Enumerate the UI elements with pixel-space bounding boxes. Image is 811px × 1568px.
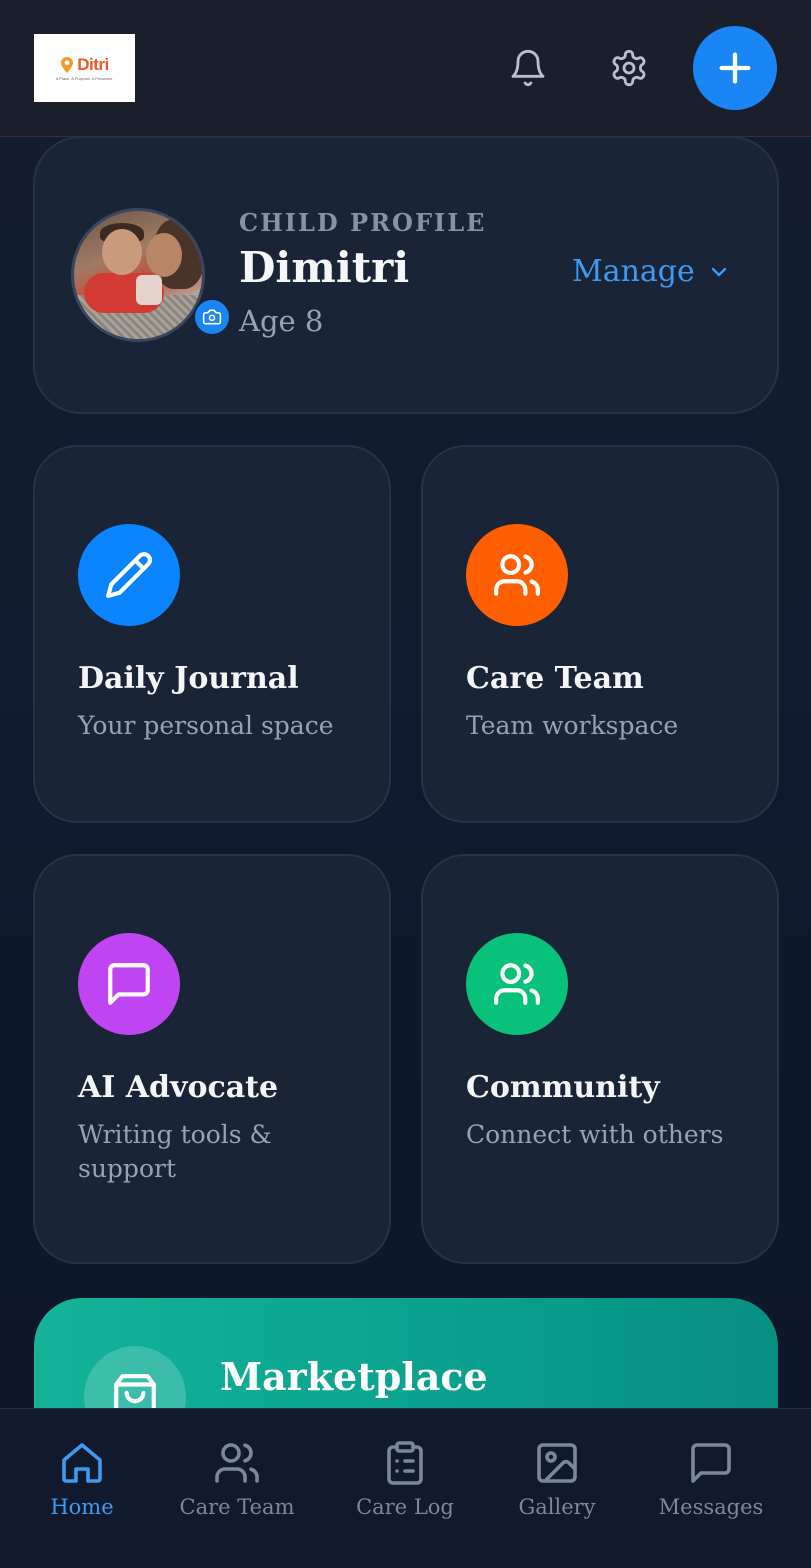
users-icon	[494, 554, 540, 596]
tile-subtitle: Writing tools & support	[78, 1120, 272, 1183]
child-age: Age 8	[239, 304, 324, 338]
tile-community[interactable]: Community Connect with others	[421, 854, 779, 1264]
nav-gallery[interactable]: Gallery	[482, 1439, 632, 1519]
change-photo-button[interactable]	[193, 298, 231, 336]
ditri-logo[interactable]: Ditri A Place. A Purpose. A Presence.	[34, 34, 135, 102]
nav-label: Care Log	[356, 1495, 454, 1519]
profile-kicker: CHILD PROFILE	[239, 208, 487, 237]
nav-care-team[interactable]: Care Team	[162, 1439, 312, 1519]
child-profile-card: CHILD PROFILE Dimitri Age 8 Manage	[33, 136, 779, 414]
plus-icon	[719, 52, 751, 84]
tile-daily-journal[interactable]: Daily Journal Your personal space	[33, 445, 391, 823]
settings-button[interactable]	[601, 40, 657, 96]
users-icon	[494, 963, 540, 1005]
message-icon	[691, 1443, 731, 1483]
tile-title: Community	[466, 1070, 660, 1105]
child-name: Dimitri	[239, 243, 410, 292]
bell-icon	[511, 49, 545, 87]
users-icon	[215, 1443, 259, 1483]
nav-label: Messages	[658, 1495, 764, 1519]
image-icon	[537, 1443, 577, 1483]
manage-button[interactable]: Manage	[572, 254, 731, 289]
home-icon	[62, 1443, 102, 1483]
nav-care-log[interactable]: Care Log	[330, 1439, 480, 1519]
nav-home[interactable]: Home	[7, 1439, 157, 1519]
tile-icon-circle	[78, 524, 180, 626]
tile-subtitle: Your personal space	[78, 711, 334, 740]
message-icon	[108, 963, 150, 1005]
tile-subtitle: Connect with others	[466, 1120, 724, 1149]
tile-icon-circle	[78, 933, 180, 1035]
tile-title: AI Advocate	[78, 1070, 279, 1105]
tile-icon-circle	[466, 524, 568, 626]
nav-messages[interactable]: Messages	[636, 1439, 786, 1519]
chevron-down-icon	[711, 267, 726, 276]
nav-label: Home	[50, 1495, 114, 1519]
add-button[interactable]	[693, 26, 777, 110]
clipboard-icon	[387, 1441, 423, 1485]
marketplace-title: Marketplace	[220, 1354, 488, 1399]
bottom-navigation: Home Care Team Care Log Gallery Messages	[0, 1408, 811, 1568]
logo-tagline: A Place. A Purpose. A Presence.	[55, 76, 114, 81]
gear-icon	[612, 49, 646, 87]
nav-label: Care Team	[179, 1495, 295, 1519]
child-avatar[interactable]	[71, 208, 205, 342]
manage-label: Manage	[572, 254, 695, 289]
tile-subtitle: Team workspace	[466, 711, 679, 740]
notifications-button[interactable]	[500, 40, 556, 96]
tile-title: Care Team	[466, 661, 644, 696]
tile-ai-advocate[interactable]: AI Advocate Writing tools & support	[33, 854, 391, 1264]
logo-text: Ditri	[77, 55, 109, 74]
tile-title: Daily Journal	[78, 661, 299, 696]
top-bar: Ditri A Place. A Purpose. A Presence.	[0, 0, 811, 137]
nav-label: Gallery	[518, 1495, 596, 1519]
pencil-icon	[106, 552, 152, 598]
tile-care-team[interactable]: Care Team Team workspace	[421, 445, 779, 823]
map-pin-icon	[61, 57, 74, 73]
tile-icon-circle	[466, 933, 568, 1035]
camera-icon	[202, 309, 222, 325]
